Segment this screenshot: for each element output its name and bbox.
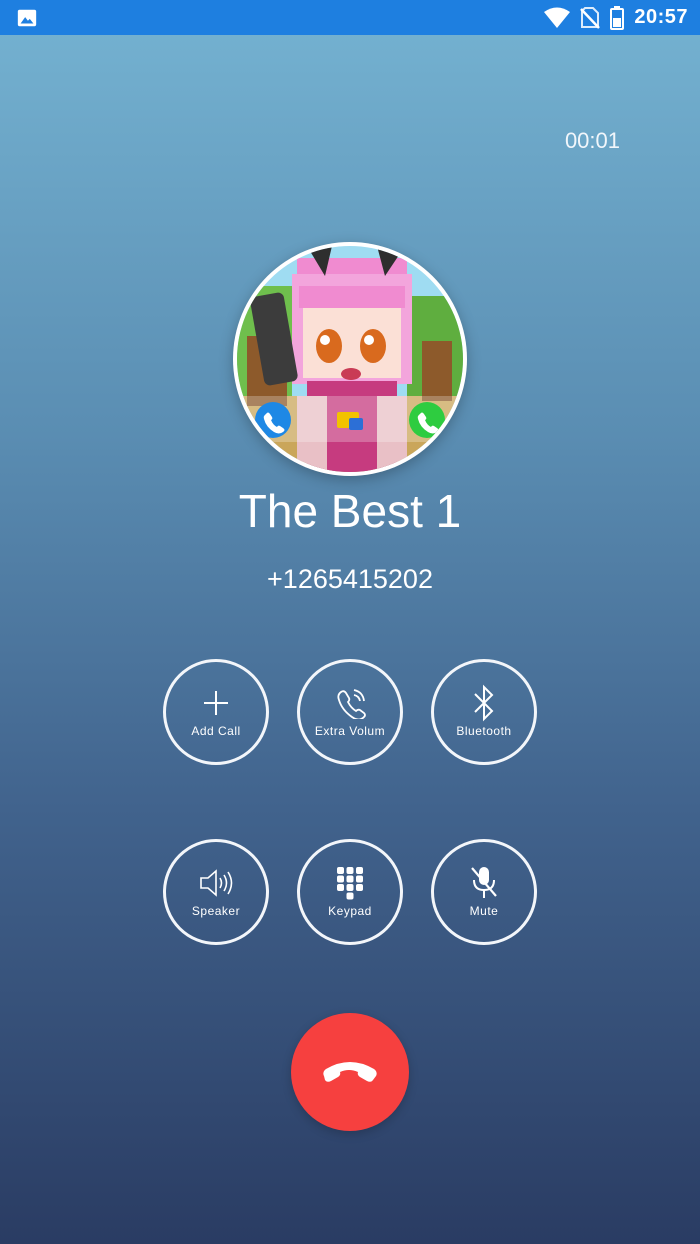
caller-name: The Best 1 <box>238 485 462 537</box>
speaker-label: Speaker <box>191 904 241 918</box>
keypad-label: Keypad <box>328 904 372 918</box>
battery-icon <box>610 5 625 30</box>
mute-label: Mute <box>469 904 499 918</box>
extra-volume-button[interactable]: Extra Volum <box>297 659 403 765</box>
status-bar: 20:57 <box>0 0 700 35</box>
bluetooth-icon <box>472 684 496 722</box>
bluetooth-button[interactable]: Bluetooth <box>431 659 537 765</box>
clock: 20:57 <box>634 6 688 28</box>
wifi-icon <box>544 7 571 28</box>
phone-volume-icon <box>334 686 366 720</box>
bluetooth-label: Bluetooth <box>456 724 512 738</box>
end-call-button[interactable] <box>291 1013 409 1131</box>
speaker-button[interactable]: Speaker <box>163 839 269 945</box>
call-timer: 00:01 <box>564 128 620 153</box>
keypad-button[interactable]: Keypad <box>297 839 403 945</box>
add-call-label: Add Call <box>191 724 241 738</box>
image-icon <box>17 9 37 26</box>
mic-off-icon <box>469 866 499 900</box>
keypad-icon <box>336 866 364 900</box>
caller-number: +1265415202 <box>267 564 433 594</box>
plus-icon <box>202 686 230 720</box>
extra-volume-label: Extra Volum <box>314 724 386 738</box>
mute-button[interactable]: Mute <box>431 839 537 945</box>
end-call-icon <box>323 1062 377 1082</box>
add-call-button[interactable]: Add Call <box>163 659 269 765</box>
no-sim-icon <box>580 6 601 29</box>
avatar-image <box>237 246 463 472</box>
caller-avatar <box>233 242 467 476</box>
speaker-icon <box>199 866 233 900</box>
